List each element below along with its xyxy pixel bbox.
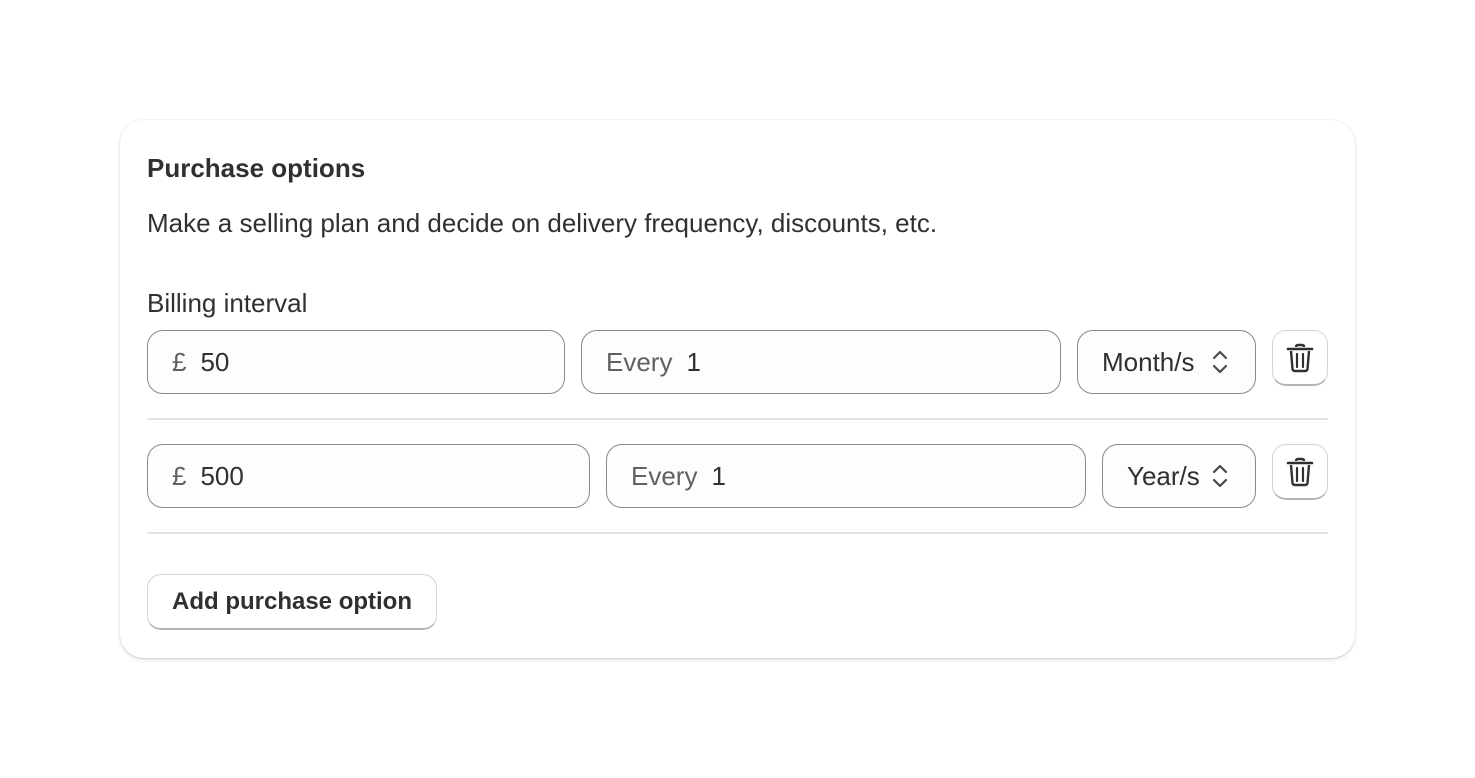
every-prefix: Every (631, 460, 698, 491)
chevron-up-down-icon (1212, 350, 1228, 374)
frequency-value: 1 (711, 460, 726, 491)
frequency-input[interactable]: Every 1 (581, 330, 1061, 394)
row-divider (147, 532, 1328, 534)
billing-interval-label: Billing interval (147, 288, 308, 318)
frequency-input[interactable]: Every 1 (606, 444, 1086, 508)
price-input[interactable]: £ 50 (147, 330, 565, 394)
row-divider (147, 418, 1328, 420)
trash-icon (1286, 343, 1314, 372)
interval-value: Month/s (1102, 346, 1195, 377)
chevron-up-down-icon (1212, 464, 1228, 488)
price-input[interactable]: £ 500 (147, 444, 590, 508)
currency-symbol: £ (172, 346, 187, 377)
purchase-option-row: £ 500 Every 1 Year/s (147, 444, 1328, 508)
interval-select[interactable]: Year/s (1102, 444, 1256, 508)
interval-value: Year/s (1127, 460, 1200, 491)
delete-option-button[interactable] (1272, 444, 1328, 500)
card-title: Purchase options (147, 153, 366, 183)
card-description: Make a selling plan and decide on delive… (147, 208, 938, 238)
every-prefix: Every (606, 346, 673, 377)
delete-option-button[interactable] (1272, 330, 1328, 386)
currency-symbol: £ (172, 460, 187, 491)
price-value: 500 (200, 460, 244, 491)
add-purchase-option-button[interactable]: Add purchase option (147, 574, 437, 630)
trash-icon (1286, 457, 1314, 486)
interval-select[interactable]: Month/s (1077, 330, 1256, 394)
price-value: 50 (200, 346, 230, 377)
purchase-options-card: Purchase options Make a selling plan and… (120, 120, 1355, 658)
purchase-option-row: £ 50 Every 1 Month/s (147, 330, 1328, 394)
frequency-value: 1 (686, 346, 701, 377)
